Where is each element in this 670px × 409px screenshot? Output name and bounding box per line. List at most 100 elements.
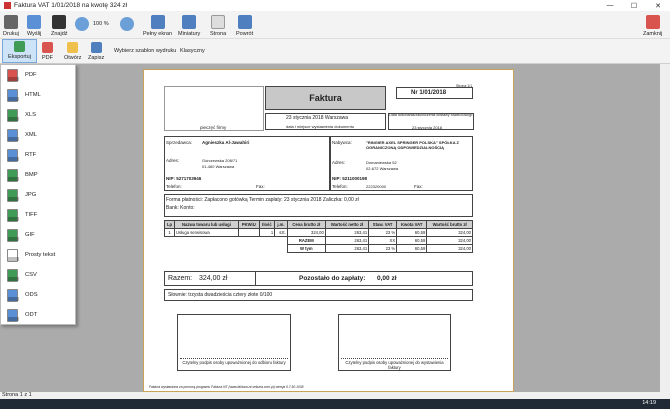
seller-addr-label: Adres: [166, 158, 180, 163]
export-menu-item[interactable]: ODS [1, 285, 75, 305]
seller-addr2: 01-460 Warszawa [202, 164, 235, 169]
summary-label: RAZEM [286, 236, 326, 245]
preview-area: Strona 1/1 pieczęć firmy Faktura Nr 1/01… [0, 64, 670, 392]
export-menu-item[interactable]: XML [1, 125, 75, 145]
signature-right-label: Czytelny podpis osoby upoważnionej do wy… [341, 358, 448, 370]
export-menu-item[interactable]: JPG [1, 185, 75, 205]
table-header: Wartość netto zł [324, 220, 370, 229]
export-menu-item[interactable]: ODT [1, 305, 75, 325]
thumbnails-button[interactable]: Miniatury [178, 11, 200, 39]
fullscreen-icon [150, 15, 165, 29]
template-select[interactable]: Klasyczny [180, 48, 205, 54]
pdf-button[interactable]: PDF [42, 39, 53, 63]
print-label: Drukuj [3, 31, 19, 37]
seller-tel: Telefon: [166, 184, 182, 189]
export-menu-label: ODT [25, 312, 38, 318]
zoom-out-button[interactable] [75, 11, 89, 39]
zoom-value: 100 % [93, 21, 109, 27]
table-header: Staw. VAT [368, 220, 398, 229]
page-button[interactable]: Strona [210, 11, 226, 39]
table-header: Wartość brutto zł [426, 220, 473, 229]
summary-cell: XX [368, 236, 398, 245]
delivery-caption: Data dokonania/zakończenia dostawy towar… [389, 113, 473, 117]
export-label: Eksportuj [8, 54, 31, 60]
send-button[interactable]: Wyślij [27, 11, 41, 39]
summary-cell: 263,41 [324, 236, 370, 245]
buyer-tel: Telefon: [332, 184, 348, 189]
summary-row: RAZEM 263,41 XX 60,59 324,00 [164, 236, 473, 245]
buyer-name: "RINGIER AXEL SPRINGER POLSKA" SPÓŁKA Z … [366, 140, 459, 150]
amount-in-words: Słownie: trzysta dwadzieścia cztery złot… [168, 292, 273, 298]
back-arrow-icon [237, 15, 252, 29]
file-tiff-icon [7, 208, 19, 222]
summary-blank [164, 236, 288, 245]
fullscreen-button[interactable]: Pełny ekran [143, 11, 172, 39]
table-row: 1 Usługa serwisowa 1 szt. 324,00 263,41 23 % 60… [164, 228, 473, 237]
export-menu-label: Prosty tekst [25, 252, 56, 258]
send-label: Wyślij [27, 31, 42, 37]
close-window-button[interactable]: ✕ [646, 0, 670, 11]
table-cell: Usługa serwisowa [174, 228, 239, 237]
seller-label: Sprzedawca: [166, 140, 193, 145]
items-table: Lp Nazwa towaru lub usługi PKWiU Ilość j.m. C… [164, 220, 473, 253]
find-label: Znajdź [51, 31, 68, 37]
summary-cell: 324,00 [426, 236, 473, 245]
export-menu-item[interactable]: GIF [1, 225, 75, 245]
export-menu-label: RTF [25, 152, 37, 158]
export-menu-item[interactable]: RTF [1, 145, 75, 165]
export-button[interactable]: Eksportuj [2, 39, 37, 63]
summary-cell: 60,59 [396, 236, 428, 245]
print-button[interactable]: Drukuj [3, 11, 19, 39]
summary-cell: 23 % [368, 244, 398, 253]
export-menu-item[interactable]: BMP [1, 165, 75, 185]
close-preview-button[interactable]: Zamknij [643, 11, 662, 39]
template-label: Wybierz szablon wydruku [114, 48, 177, 54]
zoom-select[interactable]: 100 % [93, 11, 109, 39]
close-label: Zamknij [643, 31, 663, 37]
export-menu-label: XLS [25, 112, 36, 118]
file-rtf-icon [7, 148, 19, 162]
table-cell: 1 [258, 228, 276, 237]
export-menu-label: ODS [25, 292, 38, 298]
close-icon [645, 15, 660, 29]
file-bmp-icon [7, 168, 19, 182]
save-button[interactable]: Zapisz [88, 39, 104, 63]
vertical-scrollbar[interactable] [660, 64, 670, 392]
footer-text: Faktura wystawiona za pomocą programu Fa… [149, 385, 304, 389]
seller-name: Agnieszka Al-Jawahiri [202, 140, 250, 145]
file-html-icon [7, 88, 19, 102]
export-menu-label: XML [25, 132, 37, 138]
export-menu-label: PDF [25, 72, 37, 78]
export-menu-item[interactable]: TIFF [1, 205, 75, 225]
open-button[interactable]: Otwórz [64, 39, 81, 63]
floppy-icon [90, 42, 102, 53]
page-label: Strona [210, 31, 227, 37]
maximize-button[interactable]: ☐ [622, 0, 646, 11]
table-header: Nazwa towaru lub usługi [174, 220, 239, 229]
zoom-in-button[interactable] [120, 11, 134, 39]
find-button[interactable]: Znajdź [51, 11, 68, 39]
summary-row: W tym 263,41 23 % 60,59 324,00 [164, 244, 473, 253]
export-menu-item[interactable]: PDF [1, 65, 75, 85]
export-menu-item[interactable]: CSV [1, 265, 75, 285]
total-value: 324,00 zł [199, 275, 228, 282]
export-menu-item[interactable]: Prosty tekst [1, 245, 75, 265]
export-menu-item[interactable]: HTML [1, 85, 75, 105]
file-ods-icon [7, 288, 19, 302]
main-toolbar: Drukuj Wyślij Znajdź 100 % Pełny ekran M… [0, 11, 670, 39]
table-cell: 324,00 [286, 228, 326, 237]
export-toolbar: Eksportuj PDF Otwórz Zapisz Wybierz szab… [0, 39, 670, 64]
table-cell: 23 % [368, 228, 398, 237]
export-menu-label: BMP [25, 172, 38, 178]
export-menu-item[interactable]: XLS [1, 105, 75, 125]
thumbnails-icon [182, 15, 197, 29]
back-button[interactable]: Powrót [236, 11, 253, 39]
back-label: Powrót [236, 31, 254, 37]
file-jpg-icon [7, 188, 19, 202]
summary-blank [164, 244, 288, 253]
taskbar: 14:19 [0, 399, 670, 409]
folder-icon [67, 42, 79, 53]
minimize-button[interactable]: — [598, 0, 622, 11]
zoom-out-icon [75, 17, 89, 31]
seller-nip: NIP: 5271703946 [166, 176, 202, 181]
